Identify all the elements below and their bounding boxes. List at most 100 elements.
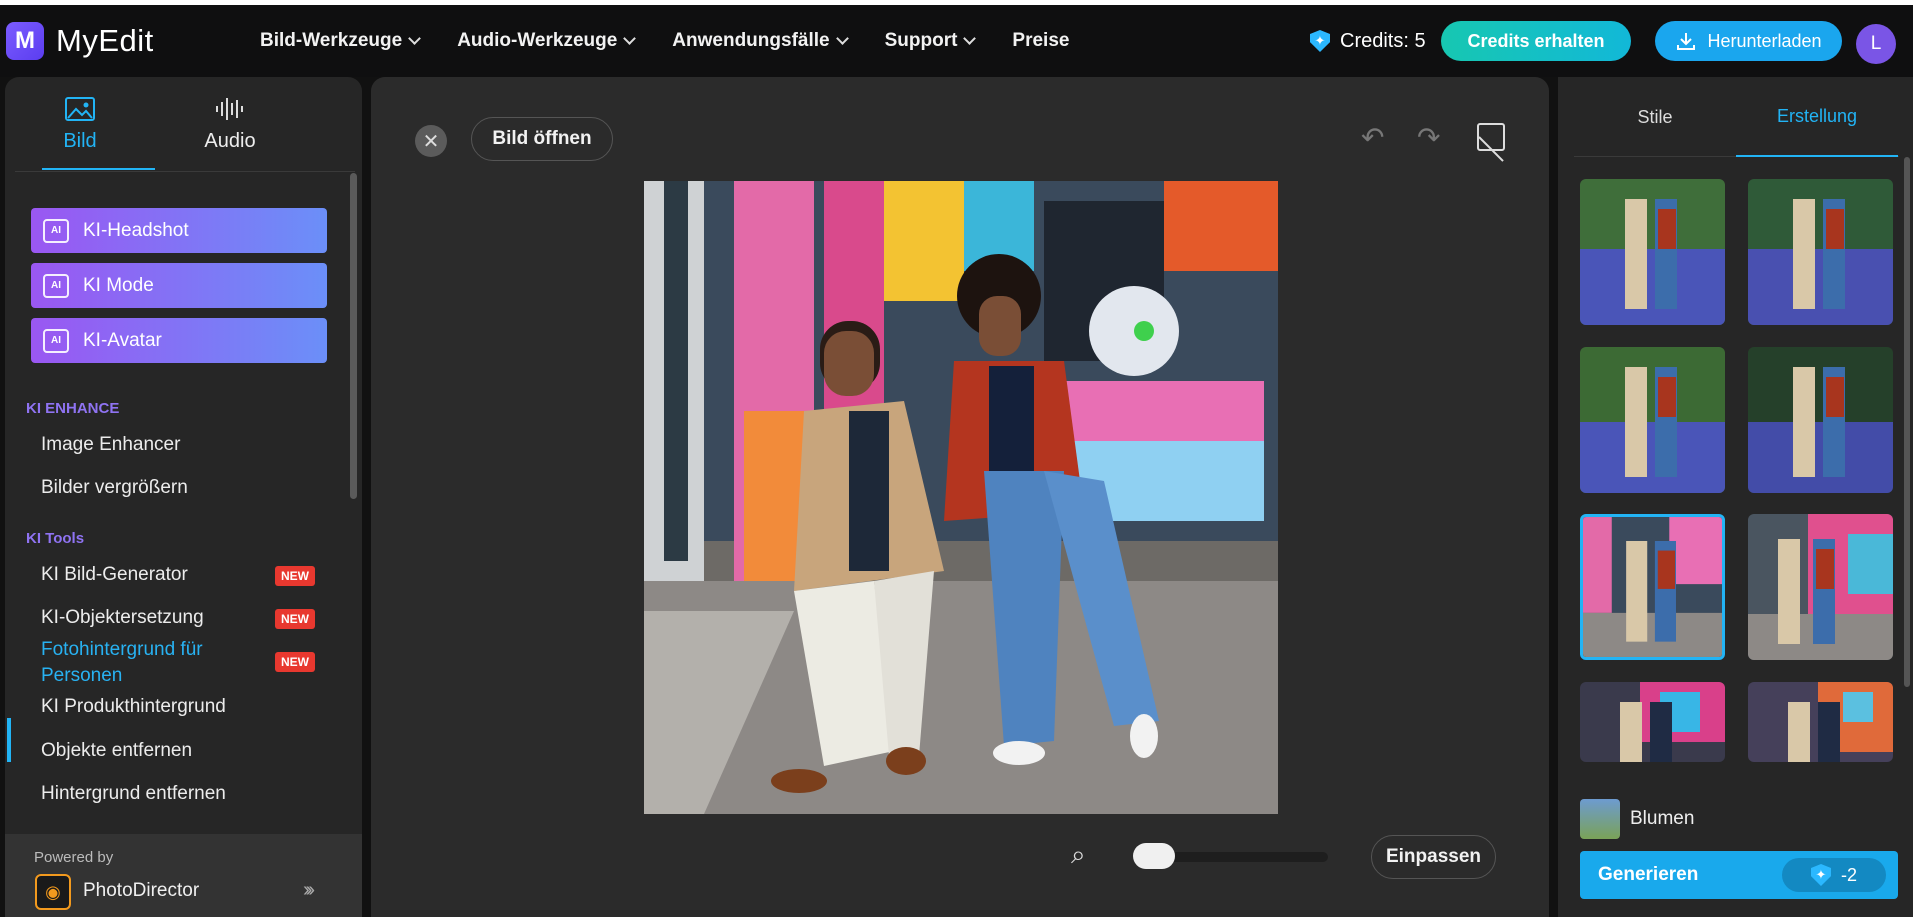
generate-cost-badge: ✦ -2 — [1782, 858, 1886, 892]
button-label: KI-Headshot — [83, 219, 189, 241]
style-thumbnail — [1580, 799, 1620, 839]
ki-avatar-button[interactable]: AI KI-Avatar — [31, 318, 327, 363]
generate-button[interactable]: Generieren ✦ -2 — [1580, 851, 1898, 899]
sidebar-item-fotohintergrund[interactable]: Fotohintergrund für Personen — [41, 637, 251, 689]
result-thumbnail[interactable] — [1748, 179, 1893, 325]
avatar[interactable]: L — [1856, 24, 1896, 64]
photo-illustration — [644, 181, 1278, 814]
generate-label: Generieren — [1598, 864, 1699, 885]
edited-photo — [644, 181, 1278, 814]
result-thumbnail[interactable] — [1748, 682, 1893, 762]
sidebar-item-image-enhancer[interactable]: Image Enhancer — [41, 434, 180, 456]
nav-label: Preise — [1012, 30, 1070, 51]
selected-style[interactable]: Blumen — [1580, 799, 1694, 839]
tab-stile[interactable]: Stile — [1574, 77, 1736, 157]
nav-support[interactable]: Support — [884, 30, 977, 52]
tab-audio[interactable]: Audio — [155, 77, 305, 172]
powered-by-panel[interactable]: Powered by ◉ PhotoDirector ››› — [5, 834, 362, 917]
nav-anwendungsfaelle[interactable]: Anwendungsfälle — [672, 30, 849, 52]
left-sidebar: Bild Audio AI KI-Headshot AI KI Mode AI KI-… — [5, 77, 362, 917]
thumbnail-image — [1748, 514, 1893, 660]
sidebar-item-ki-objektersetzung[interactable]: KI-Objektersetzung — [41, 607, 204, 629]
open-image-button[interactable]: Bild öffnen — [471, 117, 613, 161]
section-title-enhance: KI ENHANCE — [26, 400, 120, 417]
sidebar-item-hintergrund-entfernen[interactable]: Hintergrund entfernen — [41, 783, 226, 805]
myedit-logo-icon: M — [6, 22, 44, 60]
ki-headshot-button[interactable]: AI KI-Headshot — [31, 208, 327, 253]
tab-label: Bild — [63, 130, 97, 152]
nav-label: Bild-Werkzeuge — [260, 30, 403, 51]
undo-icon[interactable]: ↶ — [1361, 121, 1384, 154]
nav-label: Anwendungsfälle — [672, 30, 830, 51]
result-thumbnail[interactable] — [1580, 347, 1725, 493]
style-label: Blumen — [1630, 808, 1695, 829]
divider — [15, 171, 355, 172]
tab-bild[interactable]: Bild — [5, 77, 155, 172]
nav-preise[interactable]: Preise — [1012, 30, 1069, 52]
new-badge: NEW — [275, 609, 315, 629]
right-panel: Stile Erstellung Blumen Generieren ✦ -2 — [1558, 77, 1913, 917]
download-button[interactable]: Herunterladen — [1655, 21, 1842, 61]
zoom-search-icon[interactable]: ⌕ — [1071, 839, 1086, 871]
sidebar-item-ki-produkthintergrund[interactable]: KI Produkthintergrund — [41, 696, 226, 718]
nav-bild-werkzeuge[interactable]: Bild-Werkzeuge — [260, 30, 422, 52]
button-label: KI-Avatar — [83, 329, 162, 351]
powered-by-label: Powered by — [34, 849, 114, 866]
button-label: KI Mode — [83, 274, 154, 296]
audio-wave-icon — [216, 98, 243, 120]
tab-erstellung[interactable]: Erstellung — [1736, 77, 1898, 157]
credit-shield-icon: ✦ — [1310, 30, 1330, 52]
result-thumbnail[interactable] — [1748, 347, 1893, 493]
app-name: MyEdit — [56, 23, 154, 58]
app-logo[interactable]: M MyEdit — [6, 22, 154, 60]
credits-display: ✦ Credits: 5 — [1310, 5, 1426, 77]
nav-label: Support — [884, 30, 958, 51]
sidebar-item-ki-bild-generator[interactable]: KI Bild-Generator — [41, 564, 188, 586]
get-credits-button[interactable]: Credits erhalten — [1441, 21, 1631, 61]
redo-icon[interactable]: ↷ — [1417, 121, 1440, 154]
credit-shield-icon: ✦ — [1810, 864, 1831, 886]
download-label: Herunterladen — [1707, 30, 1822, 51]
photodirector-logo-icon: ◉ — [35, 874, 71, 910]
sidebar-tabs: Bild Audio — [5, 77, 362, 172]
chevron-down-icon — [963, 32, 977, 45]
tab-label: Audio — [204, 130, 256, 152]
chevron-down-icon — [835, 32, 849, 45]
chevron-down-icon — [623, 32, 637, 45]
result-thumbnail[interactable] — [1580, 179, 1725, 325]
new-badge: NEW — [275, 566, 315, 586]
active-item-indicator — [7, 718, 11, 762]
result-thumbnail-selected[interactable] — [1580, 514, 1725, 660]
compare-icon[interactable] — [1477, 123, 1505, 151]
sidebar-scrollbar[interactable] — [350, 173, 357, 499]
section-title-tools: KI Tools — [26, 530, 85, 547]
result-thumbnail[interactable] — [1580, 682, 1725, 762]
thumbnail-image — [1748, 347, 1893, 493]
fit-button[interactable]: Einpassen — [1371, 835, 1496, 879]
ai-sparkle-icon: AI — [43, 273, 69, 298]
nav-label: Audio-Werkzeuge — [457, 30, 618, 51]
credits-label: Credits: 5 — [1340, 29, 1426, 52]
sidebar-item-bilder-vergroessern[interactable]: Bilder vergrößern — [41, 477, 188, 499]
ai-sparkle-icon: AI — [43, 328, 69, 353]
close-icon[interactable]: ✕ — [415, 125, 447, 157]
right-panel-scrollbar[interactable] — [1904, 157, 1910, 687]
sidebar-item-objekte-entfernen[interactable]: Objekte entfernen — [41, 740, 192, 762]
thumbnail-image — [1583, 517, 1722, 657]
download-icon — [1677, 33, 1696, 50]
cost-value: -2 — [1840, 864, 1857, 885]
chevron-down-icon — [408, 32, 422, 45]
top-navigation-bar: M MyEdit Bild-Werkzeuge Audio-Werkzeuge … — [0, 5, 1913, 77]
right-tabs: Stile Erstellung — [1574, 77, 1899, 157]
ki-mode-button[interactable]: AI KI Mode — [31, 263, 327, 308]
thumbnail-image — [1580, 179, 1725, 325]
nav-audio-werkzeuge[interactable]: Audio-Werkzeuge — [457, 30, 637, 52]
main-nav: Bild-Werkzeuge Audio-Werkzeuge Anwendung… — [260, 5, 1107, 77]
zoom-slider-handle[interactable] — [1133, 843, 1175, 869]
powered-product-name: PhotoDirector — [83, 880, 200, 901]
result-thumbnail[interactable] — [1748, 514, 1893, 660]
thumbnail-image — [1580, 347, 1725, 493]
canvas-area: ✕ Bild öffnen ↶ ↷ ⌕ Einpassen — [371, 77, 1549, 917]
triple-chevron-right-icon: ››› — [303, 879, 315, 901]
thumbnail-image — [1748, 179, 1893, 325]
